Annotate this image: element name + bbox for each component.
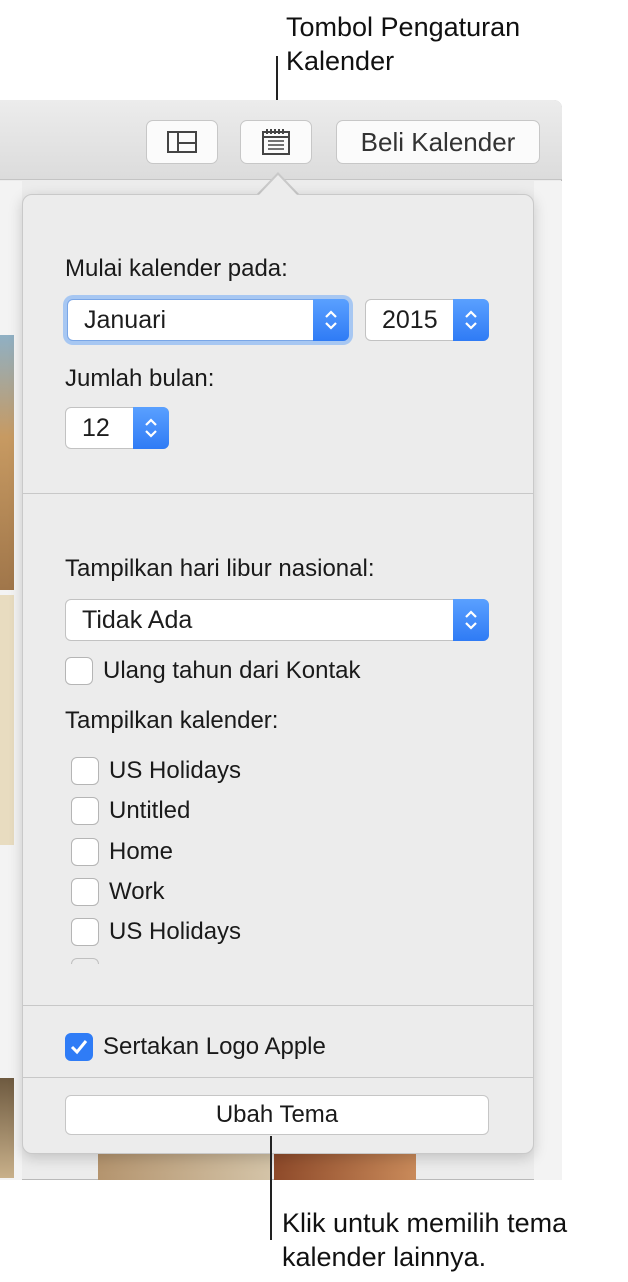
- content-area-right: [534, 181, 562, 1180]
- callout-settings-title: Tombol Pengaturan Kalender: [286, 10, 520, 78]
- apple-logo-label: Sertakan Logo Apple: [103, 1033, 326, 1060]
- toolbar: Beli Kalender: [0, 100, 562, 180]
- months-count-select[interactable]: 12: [65, 407, 169, 449]
- year-select[interactable]: 2015: [365, 299, 489, 341]
- layout-icon: [167, 131, 197, 153]
- month-stepper[interactable]: [313, 299, 349, 341]
- photo-thumbnail: [98, 1154, 272, 1180]
- holidays-stepper[interactable]: [453, 599, 489, 641]
- checkmark-icon: [70, 1040, 88, 1055]
- photo-thumbnail: [0, 335, 14, 590]
- year-value: 2015: [382, 306, 438, 334]
- buy-calendar-button[interactable]: Beli Kalender: [336, 120, 540, 164]
- photo-thumbnail: [274, 1154, 416, 1180]
- section-divider: [23, 1005, 533, 1006]
- calendar-checkbox-home[interactable]: [71, 838, 99, 866]
- calendar-checkbox-us-holidays-2[interactable]: [71, 918, 99, 946]
- section-divider: [23, 493, 533, 494]
- calendar-list-overflow: [71, 958, 99, 964]
- chevron-updown-icon: [465, 310, 477, 330]
- holidays-value: Tidak Ada: [82, 606, 193, 634]
- calendar-checkbox-untitled[interactable]: [71, 797, 99, 825]
- calendar-label: Untitled: [109, 797, 191, 824]
- chevron-updown-icon: [325, 310, 337, 330]
- callout-top-line1: Tombol Pengaturan: [286, 12, 521, 42]
- month-select[interactable]: Januari: [67, 299, 349, 341]
- section-divider: [23, 1077, 533, 1078]
- chevron-updown-icon: [145, 418, 157, 438]
- calendar-label: Home: [109, 838, 174, 865]
- start-calendar-label: Mulai kalender pada:: [65, 255, 288, 282]
- months-count-label: Jumlah bulan:: [65, 365, 215, 392]
- calendar-settings-icon: [262, 129, 290, 155]
- calendar-checkbox-us-holidays[interactable]: [71, 757, 99, 785]
- chevron-updown-icon: [465, 610, 477, 630]
- photo-thumbnail: [0, 1078, 14, 1178]
- calendar-checkbox-work[interactable]: [71, 878, 99, 906]
- birthdays-checkbox[interactable]: [65, 657, 93, 685]
- callout-theme-text: Klik untuk memilih tema kalender lainnya…: [282, 1206, 567, 1274]
- calendar-label: US Holidays: [109, 757, 242, 784]
- months-count-value: 12: [82, 414, 110, 442]
- popover-arrow-fill: [258, 175, 298, 196]
- apple-logo-checkbox[interactable]: [65, 1033, 93, 1061]
- year-stepper[interactable]: [453, 299, 489, 341]
- birthdays-label: Ulang tahun dari Kontak: [103, 657, 361, 684]
- calendar-label: US Holidays: [109, 918, 242, 945]
- callout-bottom-line1: Klik untuk memilih tema: [282, 1208, 568, 1238]
- show-calendars-label: Tampilkan kalender:: [65, 707, 279, 734]
- callout-bottom-line2: kalender lainnya.: [282, 1242, 487, 1272]
- callout-bottom-line: [270, 1136, 272, 1240]
- change-theme-button[interactable]: Ubah Tema: [65, 1095, 489, 1135]
- holidays-label: Tampilkan hari libur nasional:: [65, 555, 375, 582]
- calendar-settings-button[interactable]: [240, 120, 312, 164]
- holidays-select[interactable]: Tidak Ada: [65, 599, 489, 641]
- photo-thumbnail: [0, 595, 14, 845]
- month-value: Januari: [84, 306, 166, 334]
- calendar-label: Work: [109, 878, 165, 905]
- view-toggle-button[interactable]: [146, 120, 218, 164]
- callout-top-line2: Kalender: [286, 46, 395, 76]
- months-count-stepper[interactable]: [133, 407, 169, 449]
- calendar-settings-popover: Mulai kalender pada: Januari 2015 Jumlah…: [22, 194, 534, 1154]
